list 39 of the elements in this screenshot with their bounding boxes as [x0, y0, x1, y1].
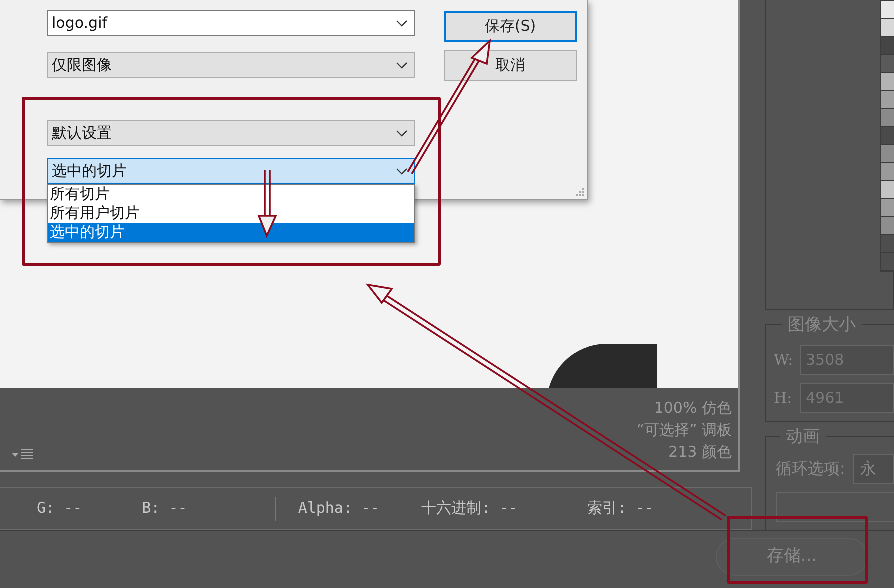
color-swatch[interactable]: [881, 73, 894, 91]
color-swatch[interactable]: [881, 91, 894, 109]
color-swatch[interactable]: [881, 235, 894, 253]
chevron-down-icon: [396, 168, 408, 174]
info-field: 十六进制: --: [422, 497, 518, 520]
preview-info-text: “可选择” 调板: [636, 420, 732, 441]
dialog-button[interactable]: 取消: [444, 50, 577, 81]
color-swatch[interactable]: [881, 1, 894, 19]
dialog-button[interactable]: 保存(S): [444, 11, 577, 42]
preview-info-text: 213 颜色: [668, 442, 732, 463]
dropdown-option[interactable]: 所有切片: [48, 185, 414, 204]
chevron-down-icon: [396, 130, 408, 136]
resize-grip-icon: [574, 186, 584, 196]
color-swatch[interactable]: [881, 217, 894, 235]
info-field: 索引: --: [588, 497, 654, 520]
filename-field[interactable]: logo.gif: [47, 10, 415, 36]
color-swatch[interactable]: [881, 163, 894, 181]
dropdown-option[interactable]: 所有用户切片: [48, 204, 414, 223]
dropdown-option[interactable]: 选中的切片: [48, 223, 414, 242]
color-swatch[interactable]: [881, 37, 894, 55]
color-swatch[interactable]: [881, 145, 894, 163]
color-swatch[interactable]: [881, 19, 894, 37]
color-swatch[interactable]: [881, 127, 894, 145]
color-swatch[interactable]: [881, 55, 894, 73]
chevron-down-icon: [396, 62, 408, 68]
slices-dropdown[interactable]: 选中的切片: [47, 158, 415, 184]
info-field: G: --: [37, 497, 82, 520]
color-swatch[interactable]: [881, 199, 894, 217]
color-swatch[interactable]: [881, 109, 894, 127]
preview-info-text: 100% 仿色: [654, 398, 732, 419]
annotation-arrow: [258, 169, 278, 238]
format-dropdown[interactable]: 仅限图像: [47, 52, 415, 78]
info-field: B: --: [142, 497, 188, 520]
panel-menu-icon: [12, 448, 34, 460]
settings-dropdown[interactable]: 默认设置: [47, 120, 415, 146]
chevron-down-icon: [396, 20, 408, 26]
animation-field[interactable]: [776, 492, 894, 522]
info-field: Alpha: --: [298, 497, 380, 520]
color-swatch[interactable]: [881, 181, 894, 199]
